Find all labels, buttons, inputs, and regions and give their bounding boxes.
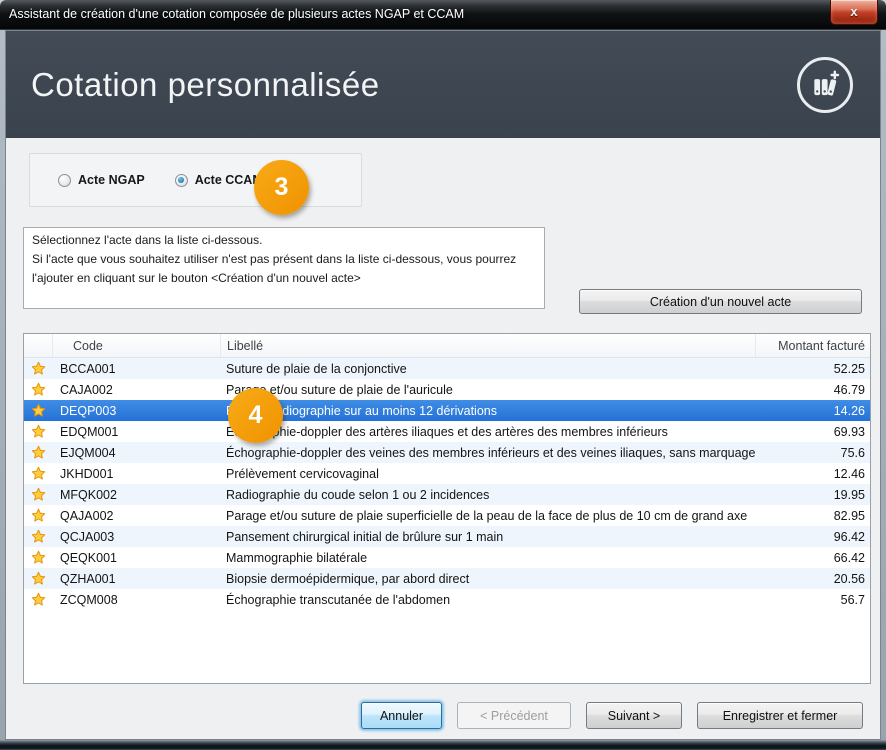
wizard-window: Assistant de création d'une cotation com… xyxy=(0,0,886,750)
previous-button[interactable]: < Précédent xyxy=(457,702,571,729)
star-icon xyxy=(24,463,52,484)
table-row[interactable]: QEQK001Mammographie bilatérale66.42 xyxy=(24,547,870,568)
star-icon xyxy=(24,421,52,442)
row-montant: 75.6 xyxy=(755,442,870,463)
radio-checked-icon xyxy=(175,174,188,187)
step-badge-3: 3 xyxy=(254,160,309,215)
row-libelle: Prélèvement cervicovaginal xyxy=(220,463,755,484)
star-icon xyxy=(24,379,52,400)
star-icon xyxy=(24,400,52,421)
row-libelle: Mammographie bilatérale xyxy=(220,547,755,568)
row-libelle: Parage et/ou suture de plaie superficiel… xyxy=(220,505,755,526)
star-icon xyxy=(24,547,52,568)
row-libelle: Parage et/ou suture de plaie de l'auricu… xyxy=(220,379,755,400)
acts-table-body: BCCA001Suture de plaie de la conjonctive… xyxy=(24,358,870,610)
row-montant: 20.56 xyxy=(755,568,870,589)
header-montant[interactable]: Montant facturé xyxy=(755,334,870,357)
row-libelle: Échographie-doppler des veines des membr… xyxy=(220,442,755,463)
cancel-button[interactable]: Annuler xyxy=(361,702,442,729)
row-code: JKHD001 xyxy=(52,463,220,484)
instructions-box: Sélectionnez l'acte dans la liste ci-des… xyxy=(23,227,545,309)
row-code: MFQK002 xyxy=(52,484,220,505)
table-row[interactable]: QZHA001Biopsie dermoépidermique, par abo… xyxy=(24,568,870,589)
row-montant: 46.79 xyxy=(755,379,870,400)
table-row[interactable]: JKHD001Prélèvement cervicovaginal12.46 xyxy=(24,463,870,484)
row-code: ZCQM008 xyxy=(52,589,220,610)
title-bar: Assistant de création d'une cotation com… xyxy=(0,0,886,30)
radio-acte-ccam[interactable]: Acte CCAM xyxy=(175,173,263,187)
star-icon xyxy=(24,358,52,379)
books-plus-icon xyxy=(797,57,853,113)
step-badge-4: 4 xyxy=(228,388,283,443)
row-montant: 14.26 xyxy=(755,400,870,421)
row-code: QEQK001 xyxy=(52,547,220,568)
row-code: DEQP003 xyxy=(52,400,220,421)
table-row[interactable]: QAJA002Parage et/ou suture de plaie supe… xyxy=(24,505,870,526)
table-row[interactable]: BCCA001Suture de plaie de la conjonctive… xyxy=(24,358,870,379)
header-star-column[interactable] xyxy=(24,334,52,357)
table-row[interactable]: QCJA003Pansement chirurgical initial de … xyxy=(24,526,870,547)
acts-table-header: Code Libellé Montant facturé xyxy=(24,334,870,358)
table-row[interactable]: CAJA002Parage et/ou suture de plaie de l… xyxy=(24,379,870,400)
dialog-body: Cotation personnalisée Acte NG xyxy=(5,30,881,740)
table-row[interactable]: EDQM001Échographie-doppler des artères i… xyxy=(24,421,870,442)
star-icon xyxy=(24,442,52,463)
row-montant: 96.42 xyxy=(755,526,870,547)
row-montant: 19.95 xyxy=(755,484,870,505)
table-row[interactable]: DEQP003Électrocardiographie sur au moins… xyxy=(24,400,870,421)
row-libelle: Pansement chirurgical initial de brûlure… xyxy=(220,526,755,547)
header-code[interactable]: Code xyxy=(52,334,220,357)
radio-ccam-label: Acte CCAM xyxy=(195,173,263,187)
close-icon[interactable]: x xyxy=(830,0,878,25)
row-code: QZHA001 xyxy=(52,568,220,589)
row-montant: 66.42 xyxy=(755,547,870,568)
radio-unchecked-icon xyxy=(58,174,71,187)
row-libelle: Radiographie du coude selon 1 ou 2 incid… xyxy=(220,484,755,505)
row-code: QAJA002 xyxy=(52,505,220,526)
row-montant: 69.93 xyxy=(755,421,870,442)
row-montant: 52.25 xyxy=(755,358,870,379)
row-code: EJQM004 xyxy=(52,442,220,463)
row-montant: 82.95 xyxy=(755,505,870,526)
header-libelle[interactable]: Libellé xyxy=(220,334,755,357)
star-icon xyxy=(24,484,52,505)
table-row[interactable]: MFQK002Radiographie du coude selon 1 ou … xyxy=(24,484,870,505)
star-icon xyxy=(24,505,52,526)
table-row[interactable]: ZCQM008Échographie transcutanée de l'abd… xyxy=(24,589,870,610)
row-libelle: Suture de plaie de la conjonctive xyxy=(220,358,755,379)
window-bottom-frame xyxy=(0,740,886,750)
instructions-line1: Sélectionnez l'acte dans la liste ci-des… xyxy=(32,231,536,250)
acte-type-group: Acte NGAP Acte CCAM xyxy=(29,153,362,207)
table-row[interactable]: EJQM004Échographie-doppler des veines de… xyxy=(24,442,870,463)
row-code: QCJA003 xyxy=(52,526,220,547)
radio-acte-ngap[interactable]: Acte NGAP xyxy=(58,173,145,187)
create-new-act-button[interactable]: Création d'un nouvel acte xyxy=(579,289,862,314)
row-montant: 12.46 xyxy=(755,463,870,484)
window-title: Assistant de création d'une cotation com… xyxy=(9,0,464,29)
star-icon xyxy=(24,568,52,589)
row-code: EDQM001 xyxy=(52,421,220,442)
acts-table: Code Libellé Montant facturé BCCA001Sutu… xyxy=(23,333,871,684)
row-libelle: Échographie-doppler des artères iliaques… xyxy=(220,421,755,442)
row-libelle: Échographie transcutanée de l'abdomen xyxy=(220,589,755,610)
save-and-close-button[interactable]: Enregistrer et fermer xyxy=(697,702,863,729)
page-title: Cotation personnalisée xyxy=(31,66,380,104)
row-code: CAJA002 xyxy=(52,379,220,400)
instructions-line2: Si l'acte que vous souhaitez utiliser n'… xyxy=(32,250,536,288)
next-button[interactable]: Suivant > xyxy=(586,702,682,729)
star-icon xyxy=(24,526,52,547)
radio-ngap-label: Acte NGAP xyxy=(78,173,145,187)
row-libelle: Biopsie dermoépidermique, par abord dire… xyxy=(220,568,755,589)
banner: Cotation personnalisée xyxy=(6,31,880,138)
row-code: BCCA001 xyxy=(52,358,220,379)
row-montant: 56.7 xyxy=(755,589,870,610)
row-libelle: Électrocardiographie sur au moins 12 dér… xyxy=(220,400,755,421)
star-icon xyxy=(24,589,52,610)
